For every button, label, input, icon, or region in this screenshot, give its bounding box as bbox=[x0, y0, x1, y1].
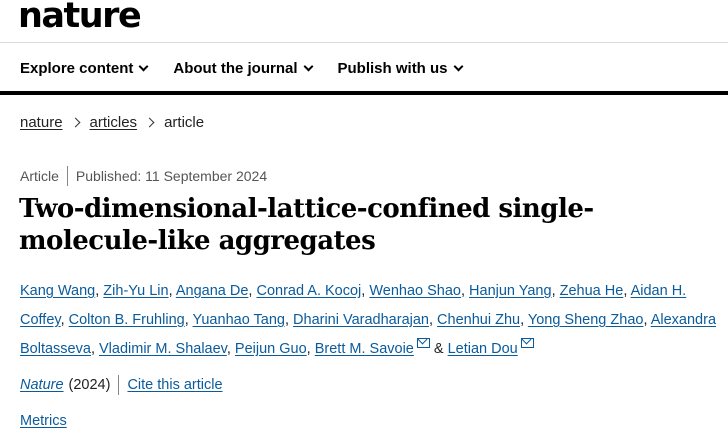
nature-logo[interactable]: nature bbox=[18, 0, 142, 38]
article-type: Article bbox=[20, 168, 59, 184]
chevron-down-icon bbox=[138, 61, 149, 71]
author-link[interactable]: Zih-Yu Lin bbox=[103, 283, 168, 299]
journal-link[interactable]: Nature bbox=[20, 377, 64, 393]
breadcrumb-nature[interactable]: nature bbox=[20, 114, 63, 131]
breadcrumb-articles[interactable]: articles bbox=[90, 114, 138, 131]
breadcrumb: nature articles article bbox=[20, 114, 204, 131]
author-link[interactable]: Colton B. Fruhling bbox=[69, 312, 185, 328]
citation-divider bbox=[118, 375, 120, 395]
author-link[interactable]: Conrad A. Kocoj bbox=[256, 283, 361, 299]
author-link[interactable]: Kang Wang bbox=[20, 283, 95, 299]
main-nav: Explore content About the journal Publis… bbox=[20, 57, 488, 79]
chevron-right-icon bbox=[144, 117, 155, 128]
citation-line: Nature (2024) Cite this article bbox=[20, 375, 223, 395]
author-link[interactable]: Peijun Guo bbox=[235, 341, 307, 357]
nav-publish-with-us-label: Publish with us bbox=[337, 59, 448, 77]
author-link[interactable]: Brett M. Savoie bbox=[315, 341, 414, 357]
nav-about-the-journal-label: About the journal bbox=[173, 59, 298, 77]
published-date: Published: 11 September 2024 bbox=[75, 168, 268, 184]
nav-explore-content[interactable]: Explore content bbox=[20, 57, 149, 79]
envelope-icon[interactable] bbox=[520, 338, 534, 348]
nav-rule bbox=[0, 91, 728, 95]
author-link[interactable]: Vladimir M. Shalaev bbox=[99, 341, 227, 357]
author-link[interactable]: Letian Dou bbox=[448, 341, 518, 357]
meta-divider bbox=[66, 166, 68, 186]
author-link[interactable]: Yuanhao Tang bbox=[193, 312, 285, 328]
article-title: Two-dimensional-lattice-confined single-… bbox=[19, 194, 594, 256]
chevron-right-icon bbox=[70, 117, 80, 128]
author-link[interactable]: Zehua He bbox=[560, 283, 624, 299]
author-link[interactable]: Chenhui Zhu bbox=[437, 312, 520, 328]
author-link[interactable]: Hanjun Yang bbox=[469, 283, 552, 299]
chevron-down-icon bbox=[453, 61, 463, 71]
nav-explore-content-label: Explore content bbox=[20, 59, 134, 77]
author-link[interactable]: Yong Sheng Zhao bbox=[528, 312, 644, 328]
author-link[interactable]: Wenhao Shao bbox=[369, 283, 461, 299]
breadcrumb-current: article bbox=[164, 114, 205, 131]
author-link[interactable]: Dharini Varadharajan bbox=[293, 312, 429, 328]
chevron-down-icon bbox=[303, 61, 313, 71]
author-joiner: & bbox=[433, 341, 444, 357]
nav-about-the-journal[interactable]: About the journal bbox=[173, 57, 313, 79]
author-link[interactable]: Angana De bbox=[176, 283, 249, 299]
envelope-icon[interactable] bbox=[416, 338, 430, 348]
article-meta: Article Published: 11 September 2024 bbox=[20, 166, 267, 186]
cite-this-article-link[interactable]: Cite this article bbox=[127, 377, 222, 393]
publication-year: (2024) bbox=[68, 377, 111, 393]
author-list: Kang Wang, Zih-Yu Lin, Angana De, Conrad… bbox=[20, 283, 717, 357]
header-divider bbox=[0, 42, 728, 43]
metrics-link[interactable]: Metrics bbox=[20, 413, 67, 429]
nav-publish-with-us[interactable]: Publish with us bbox=[337, 57, 463, 79]
